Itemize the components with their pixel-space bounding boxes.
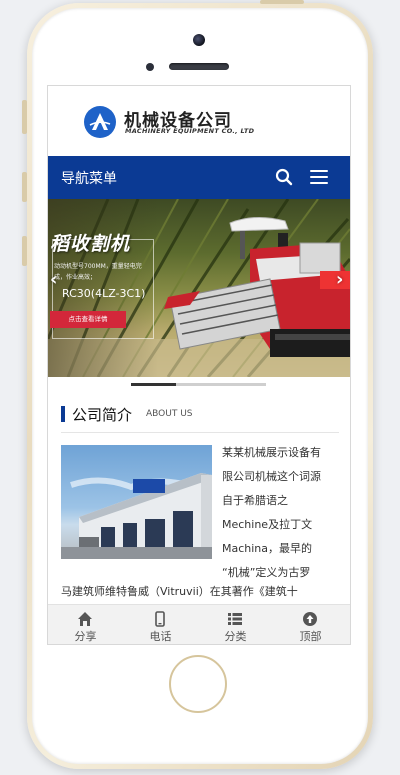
volume-down-button [22,236,27,266]
arrow-up-circle-icon [303,612,317,626]
front-camera [193,34,205,46]
power-button [260,0,304,4]
footer-top-button[interactable]: 顶部 [273,605,348,644]
search-icon[interactable] [275,168,293,190]
banner-description: 动动机型号700MM，重量轻电完成，作业高效； [54,263,142,281]
harvester-machine-image [164,217,350,357]
section-divider [61,432,339,433]
bottom-toolbar: 分享 电话 分类 顶部 [48,604,350,644]
banner-details-button[interactable]: 点击查看详情 [50,311,126,328]
slider-progress-indicator [131,383,176,386]
intro-line: 限公司机械这个词源 [222,470,321,483]
intro-line: Machina，最早的 [222,542,313,555]
mute-switch [22,100,27,134]
footer-label: 顶部 [299,630,322,643]
footer-label: 电话 [149,630,172,643]
intro-line: 自于希腊语之 [222,494,288,507]
intro-line: Mechine及拉丁文 [222,518,313,531]
section-title[interactable]: 公司简介 [72,404,132,425]
intro-line: 某某机械展示设备有 [222,446,321,459]
hero-banner[interactable]: 稻收割机 动动机型号700MM，重量轻电完成，作业高效； RC30(4LZ-3C… [48,199,350,377]
proximity-sensor [146,63,154,71]
phone-screen: 机械设备公司 MACHINERY EQUIPMENT CO., LTD 导航菜单 [47,85,351,645]
company-name-en: MACHINERY EQUIPMENT CO., LTD [125,127,255,135]
company-building-photo[interactable] [61,445,212,559]
footer-label: 分类 [224,630,247,643]
phone-icon [155,611,165,627]
hamburger-menu-icon[interactable] [310,170,328,184]
earpiece-speaker [169,63,229,70]
section-accent-bar [61,406,65,422]
banner-headline: 稻收割机 [50,233,131,255]
footer-category-button[interactable]: 分类 [198,605,273,644]
about-section-header: 公司简介 ABOUT US [61,404,339,428]
volume-up-button [22,172,27,202]
logo-bar: 机械设备公司 MACHINERY EQUIPMENT CO., LTD [48,86,350,156]
footer-label: 分享 [74,630,97,643]
slider-progress-track[interactable] [131,383,266,386]
footer-phone-button[interactable]: 电话 [123,605,198,644]
company-intro-text: 某某机械展示设备有 限公司机械这个词源 自于希腊语之 Mechine及拉丁文 M… [222,441,340,585]
nav-menu-label[interactable]: 导航菜单 [61,168,117,188]
footer-share-button[interactable]: 分享 [48,605,123,644]
intro-continuation: 马建筑师维特鲁威（Vitruvii）在其著作《建筑十 [61,585,298,598]
factory-building-illustration [61,473,212,559]
company-logo-icon[interactable] [84,106,116,138]
chevron-right-icon[interactable]: › [336,269,343,290]
list-icon [228,613,242,625]
section-subtitle: ABOUT US [146,409,193,419]
chevron-left-icon[interactable]: ‹ [50,269,57,290]
nav-bar: 导航菜单 [48,156,350,199]
home-icon [78,612,92,626]
banner-model-number: RC30(4LZ-3C1) [62,287,146,300]
home-button[interactable] [169,655,227,713]
